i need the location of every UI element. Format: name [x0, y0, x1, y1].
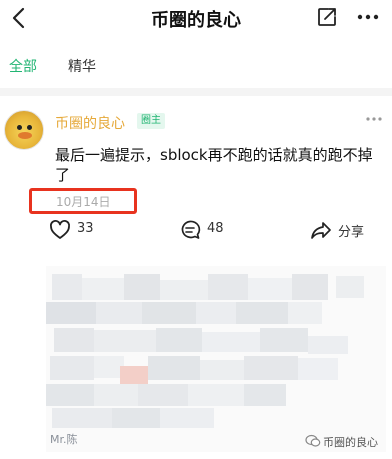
post-more-icon[interactable] — [364, 112, 384, 126]
reply-author-name: Mr.陈 — [50, 433, 78, 446]
comment-button[interactable]: 48 — [179, 218, 239, 242]
author-avatar[interactable] — [4, 110, 44, 150]
post-date: 10月14日 — [56, 195, 111, 209]
pixelated-reply-area: Mr.陈 — [46, 266, 386, 452]
share-out-icon[interactable] — [316, 6, 338, 28]
tab-all[interactable]: 全部 — [9, 56, 37, 76]
more-horizontal-icon[interactable] — [356, 6, 380, 28]
wechat-icon — [305, 434, 321, 447]
watermark-text: 币圈的良心 — [323, 436, 378, 449]
author-name[interactable]: 币圈的良心 — [55, 113, 125, 133]
comment-count: 48 — [207, 221, 224, 236]
heart-icon — [50, 220, 70, 239]
share-label: 分享 — [338, 225, 365, 240]
tab-bar: 全部 精华 — [0, 52, 392, 82]
owner-badge: 圈主 — [137, 113, 165, 129]
like-button[interactable]: 33 — [49, 218, 109, 242]
post-content: 最后一遍提示，sblock再不跑的话就真的跑不掉了 — [55, 146, 373, 184]
comment-icon — [181, 220, 201, 239]
tab-featured[interactable]: 精华 — [68, 56, 96, 76]
top-bar: 币圈的良心 — [0, 0, 392, 36]
date-highlight-box: 10月14日 — [29, 188, 137, 214]
like-count: 33 — [77, 221, 94, 236]
post-actions: 33 48 分享 — [0, 218, 392, 242]
share-button[interactable]: 分享 — [310, 218, 380, 242]
share-arrow-icon — [311, 222, 331, 239]
section-divider — [0, 88, 392, 96]
